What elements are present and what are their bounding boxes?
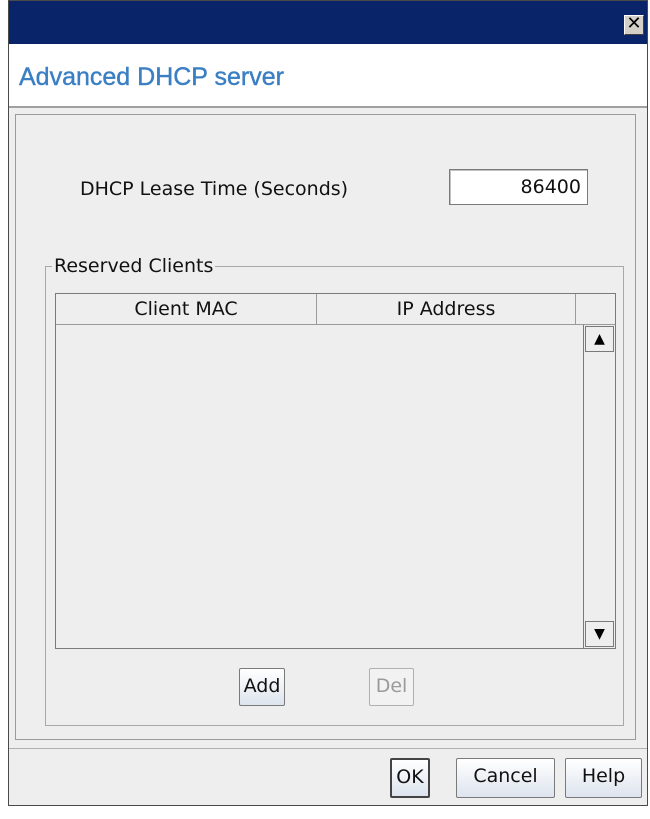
lease-time-input[interactable] <box>449 169 588 205</box>
reserved-clients-title: Reserved Clients <box>52 255 216 277</box>
column-header-ip-address[interactable]: IP Address <box>317 294 576 325</box>
scroll-down-button[interactable]: ▼ <box>585 621 614 647</box>
column-header-client-mac[interactable]: Client MAC <box>56 294 317 325</box>
title-bar: ✕ <box>9 1 647 44</box>
lease-time-label: DHCP Lease Time (Seconds) <box>80 178 349 200</box>
ok-button[interactable]: OK <box>390 758 430 798</box>
table-body[interactable] <box>56 325 583 648</box>
header-band: Advanced DHCP server <box>9 44 647 108</box>
page-title: Advanced DHCP server <box>19 63 284 91</box>
scroll-up-button[interactable]: ▲ <box>585 326 614 352</box>
dialog-window: ✕ Advanced DHCP server DHCP Lease Time (… <box>8 0 648 806</box>
reserved-clients-table: Client MAC IP Address ▲ ▼ <box>55 293 616 649</box>
help-button[interactable]: Help <box>565 758 642 798</box>
footer-separator <box>9 748 647 749</box>
header-corner <box>576 294 615 325</box>
close-icon: ✕ <box>626 13 642 34</box>
reserved-clients-group: Reserved Clients Client MAC IP Address ▲… <box>45 255 624 726</box>
arrow-down-icon: ▼ <box>594 626 605 642</box>
add-button[interactable]: Add <box>239 668 285 706</box>
arrow-up-icon: ▲ <box>594 331 605 347</box>
cancel-button[interactable]: Cancel <box>456 758 555 798</box>
close-button[interactable]: ✕ <box>624 15 644 35</box>
settings-panel: DHCP Lease Time (Seconds) Reserved Clien… <box>15 114 636 740</box>
vertical-scrollbar[interactable]: ▲ ▼ <box>583 325 615 648</box>
del-button[interactable]: Del <box>369 668 414 706</box>
